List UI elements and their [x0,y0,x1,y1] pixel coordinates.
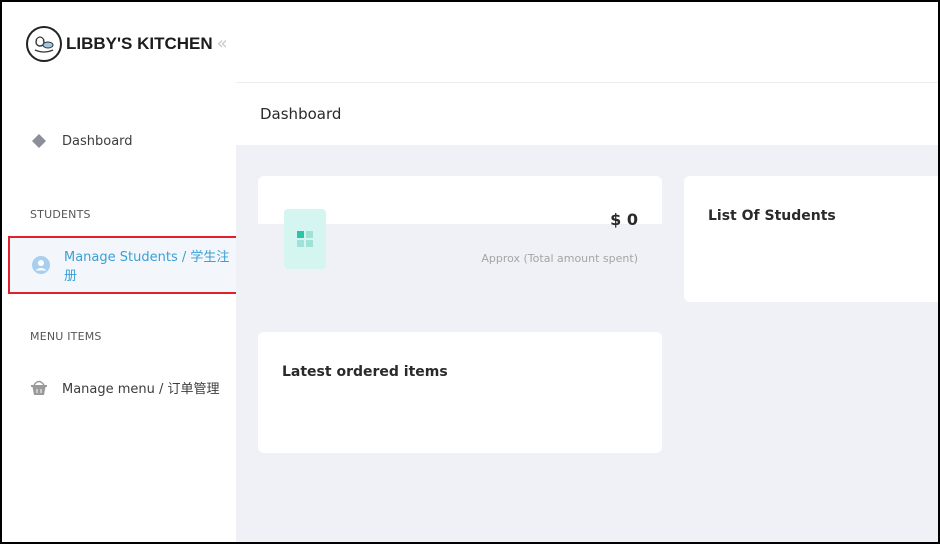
grid-icon [284,209,326,269]
brand-name: LIBBY'S KITCHEN [66,34,213,53]
list-of-students-card: List Of Students [684,176,938,302]
basket-icon [30,378,48,396]
sidebar-item-label: Dashboard [62,133,133,149]
top-bar [236,2,938,83]
sidebar-item-manage-students[interactable]: Manage Students / 学生注册 [8,236,239,294]
total-spent-amount: $ 0 [610,210,638,229]
sidebar-item-manage-menu[interactable]: Manage menu / 订单管理 [2,360,236,414]
sidebar-item-label: Manage Students / 学生注册 [64,250,230,284]
section-label-students: STUDENTS [30,208,91,221]
page-header: Dashboard [236,83,938,145]
page-title: Dashboard [260,105,342,123]
double-chevron-left-icon[interactable]: « [217,35,228,53]
card-title: List Of Students [708,208,836,224]
total-spent-caption: Approx (Total amount spent) [481,252,638,265]
user-circle-icon [32,256,50,274]
sidebar-item-label: Manage menu / 订单管理 [62,381,220,397]
app-window: LIBBY'S KITCHEN « Dashboard STUDENTS Man… [0,0,940,544]
chef-logo-icon [26,26,62,62]
brand[interactable]: LIBBY'S KITCHEN « [26,22,228,66]
sidebar-item-dashboard[interactable]: Dashboard [2,114,236,168]
latest-ordered-items-card: Latest ordered items [258,332,662,453]
sidebar: LIBBY'S KITCHEN « Dashboard STUDENTS Man… [2,2,239,542]
main-content: Dashboard $ 0 Approx (Total amount spent… [236,2,938,542]
section-label-menu-items: MENU ITEMS [30,330,102,343]
diamond-icon [30,132,48,150]
card-title: Latest ordered items [282,364,448,380]
